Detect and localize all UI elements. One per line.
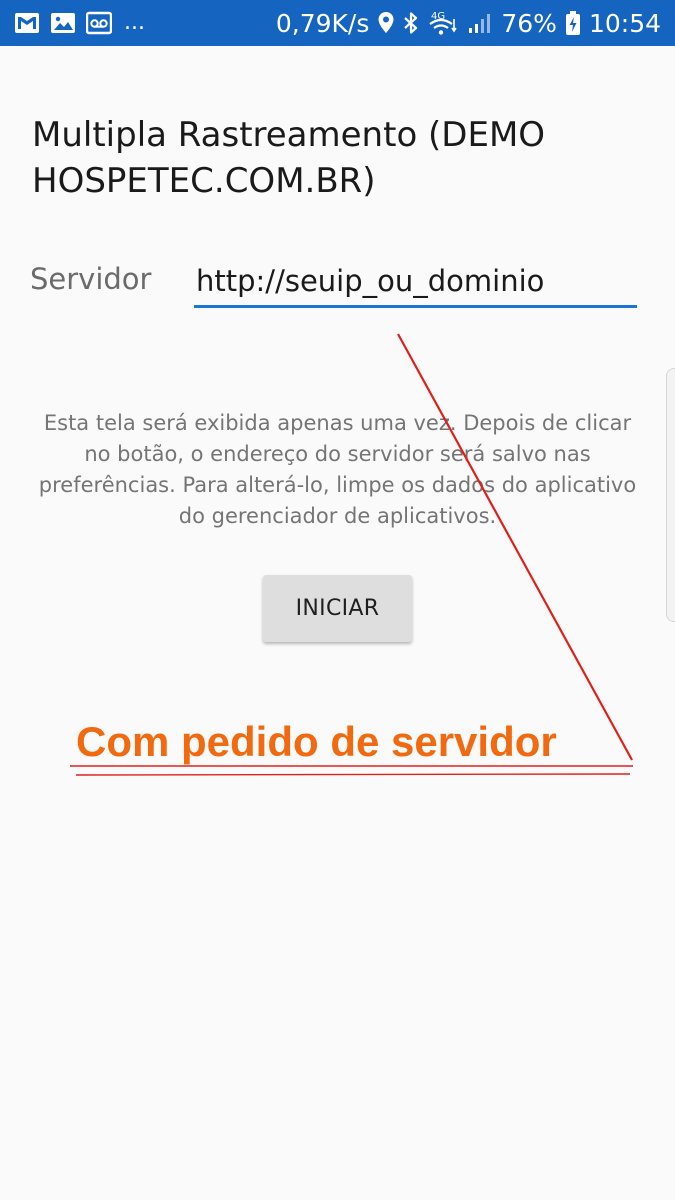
clock: 10:54: [588, 8, 661, 38]
server-url-input[interactable]: [194, 256, 637, 308]
annotation-label: Com pedido de servidor: [76, 718, 557, 765]
battery-percent: 76%: [501, 8, 557, 38]
annotation-underline-bottom: [75, 773, 631, 776]
battery-charging-icon: [565, 11, 580, 35]
info-text: Esta tela será exibida apenas uma vez. D…: [38, 411, 637, 528]
network-speed: 0,79K/s: [275, 8, 370, 38]
bluetooth-icon: [404, 12, 418, 34]
start-button[interactable]: INICIAR: [263, 575, 412, 642]
notification-area[interactable]: ...: [14, 0, 145, 46]
gmail-icon: [15, 13, 39, 33]
system-indicators[interactable]: 0,79K/s 4G 76% 10:54: [276, 0, 661, 46]
voicemail-icon: [86, 11, 112, 35]
server-label: Servidor: [30, 262, 152, 296]
edge-panel-handle[interactable]: [666, 368, 675, 622]
location-icon: [378, 12, 394, 33]
signal-icon: [469, 14, 491, 33]
wifi-4g-icon: 4G: [429, 11, 458, 35]
image-icon: [51, 13, 75, 33]
more-notifications-indicator: ...: [124, 10, 145, 35]
status-bar: ... 0,79K/s 4G 76% 10:54: [0, 0, 675, 46]
annotation-diagonal-line: [397, 333, 633, 761]
page-title: Multipla Rastreamento (DEMO HOSPETEC.COM…: [32, 115, 546, 201]
